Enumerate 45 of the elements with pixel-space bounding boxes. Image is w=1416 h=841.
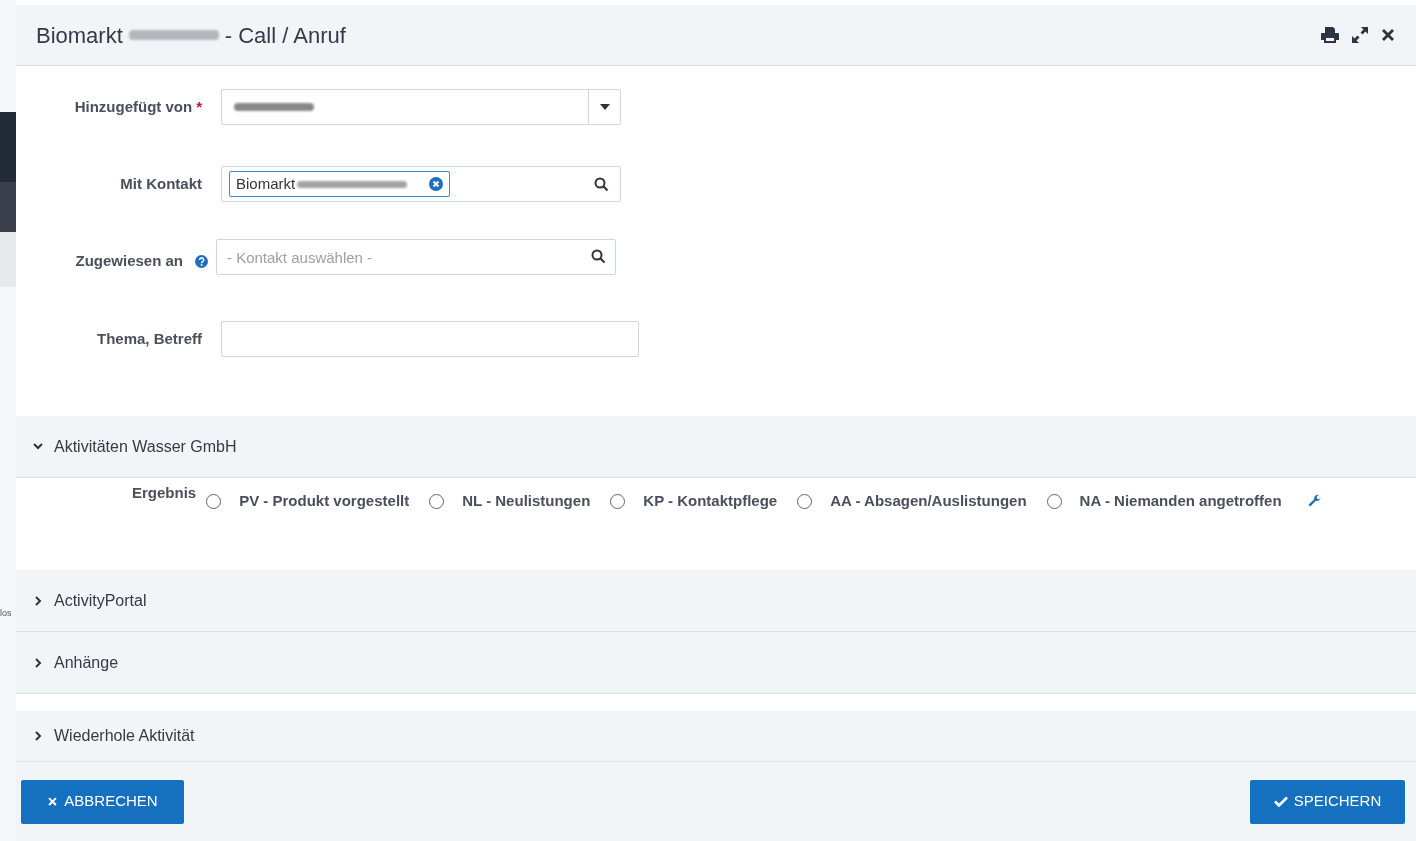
section-header[interactable]: Wiederhole Aktivität [16, 711, 1416, 762]
radio-label[interactable]: NA - Niemanden angetroffen [1079, 490, 1282, 513]
chevron-right-icon [34, 657, 42, 668]
wrench-icon[interactable] [1307, 494, 1322, 509]
expand-icon[interactable] [1350, 25, 1370, 46]
search-icon[interactable] [591, 249, 606, 265]
field-label: Mit Kontakt [120, 173, 202, 194]
radio-label[interactable]: PV - Produkt vorgestellt [239, 490, 410, 513]
radio-button[interactable] [429, 493, 445, 509]
chevron-down-icon [33, 443, 43, 451]
radio-label[interactable]: KP - Kontaktpflege [643, 490, 778, 513]
close-icon[interactable] [1380, 27, 1396, 44]
field-label: Hinzugefügt von [74, 96, 193, 117]
required-mark: * [196, 96, 202, 117]
cancel-button[interactable]: ABBRECHEN [21, 779, 184, 824]
background-text: los [0, 607, 12, 620]
save-button[interactable]: SPEICHERN [1250, 779, 1405, 824]
help-icon[interactable] [195, 254, 208, 268]
chevron-right-icon [34, 595, 42, 606]
chevron-right-icon [34, 731, 42, 742]
contact-field[interactable]: - Kontakt auswählen - [216, 239, 616, 276]
subject-field[interactable] [221, 321, 639, 358]
radio-label[interactable]: NL - Neulistungen [462, 490, 591, 513]
radio-button[interactable] [610, 493, 626, 509]
dialog-title: Biomarkt [36, 21, 123, 50]
contact-chip[interactable]: Biomarkt [229, 171, 450, 198]
close-icon [47, 796, 59, 808]
field-label: Thema, Betreff [96, 328, 202, 349]
radio-button[interactable] [206, 493, 222, 509]
radio-button[interactable] [1046, 493, 1062, 509]
check-icon [1273, 796, 1288, 808]
section-header[interactable]: ActivityPortal [16, 570, 1416, 633]
section-header[interactable]: Aktivitäten Wasser GmbH [16, 416, 1416, 479]
print-icon[interactable] [1320, 26, 1340, 45]
radio-label[interactable]: AA - Absagen/Auslistungen [830, 490, 1027, 513]
caret-icon [599, 104, 610, 111]
remove-icon[interactable] [429, 177, 443, 192]
dialog-title: - Call / Anruf [224, 21, 346, 50]
field-label: Zugewiesen an [75, 250, 183, 271]
radio-button[interactable] [797, 493, 813, 509]
field-label: Ergebnis [132, 483, 197, 504]
search-icon[interactable] [594, 176, 609, 192]
select-field[interactable] [221, 89, 621, 126]
section-header[interactable]: Anhänge [16, 632, 1416, 695]
contact-field[interactable]: Biomarkt [221, 166, 621, 203]
